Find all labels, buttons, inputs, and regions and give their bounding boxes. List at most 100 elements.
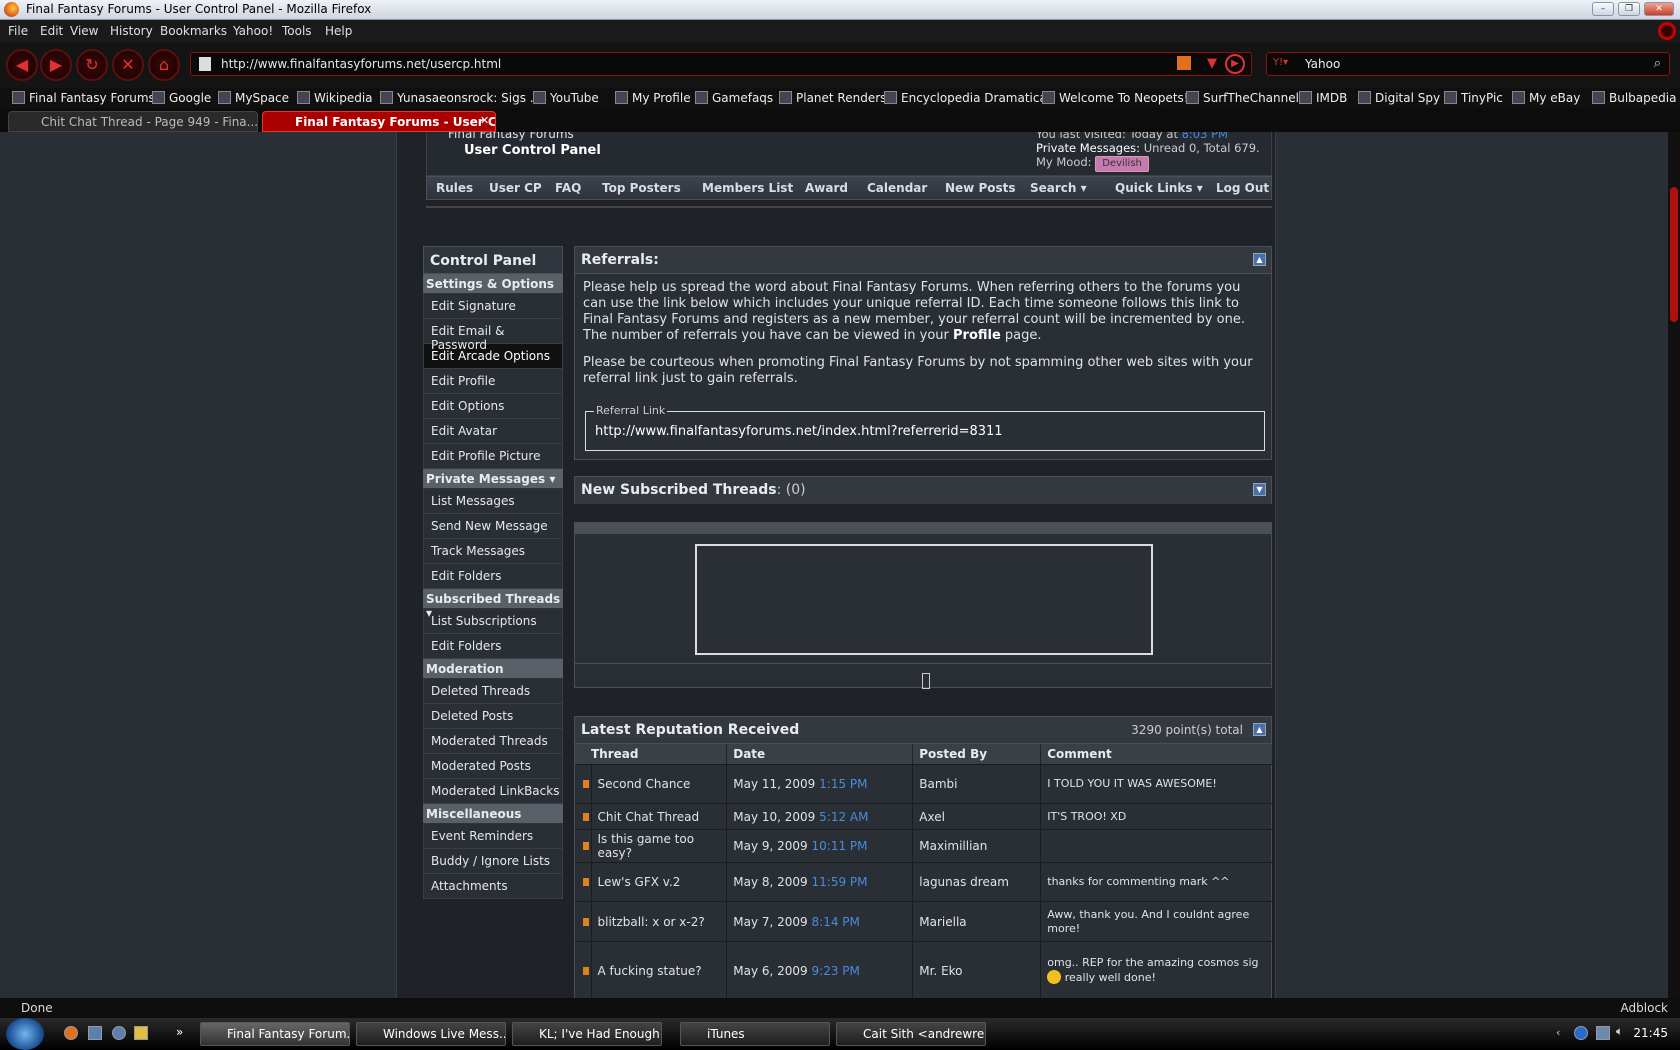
collapse-icon[interactable]: ▲	[1253, 253, 1266, 266]
tray-network-icon[interactable]	[1574, 1026, 1588, 1040]
reload-button[interactable]: ↻	[76, 49, 108, 81]
sidebar-item-buddy-ignore-lists[interactable]: Buddy / Ignore Lists	[423, 849, 563, 874]
thread-link[interactable]: Second Chance	[591, 764, 728, 804]
thread-link[interactable]: A fucking statue?	[591, 941, 728, 998]
subscribed-threads-panel[interactable]: New Subscribed Threads: (0) ▼	[574, 476, 1272, 504]
nav-user-cp[interactable]: User CP	[489, 181, 542, 195]
forward-button[interactable]: ▶	[40, 49, 72, 81]
nav-log-out[interactable]: Log Out	[1216, 181, 1269, 195]
taskbar-item-kl[interactable]: KL; I've Had Enough...	[512, 1022, 662, 1046]
collapse-icon[interactable]: ▲	[1253, 723, 1266, 736]
menu-bookmarks[interactable]: Bookmarks	[160, 24, 227, 38]
bookmark-item[interactable]: Yunasaeonsrock: Sigs ...	[380, 91, 541, 105]
menu-yahoo[interactable]: Yahoo!	[233, 24, 273, 38]
menu-help[interactable]: Help	[325, 24, 352, 38]
sidebar-item-send-new-message[interactable]: Send New Message	[423, 514, 563, 539]
bookmark-item[interactable]: My Profile	[615, 91, 691, 105]
private-messages-link[interactable]: Private Messages:	[1036, 141, 1140, 155]
start-button[interactable]	[6, 1018, 44, 1050]
system-clock[interactable]: 21:45	[1633, 1026, 1668, 1040]
minimize-button[interactable]: –	[1592, 2, 1614, 16]
section-private-messages[interactable]: Private Messages ▾	[423, 469, 563, 489]
sidebar-item-edit-email-password[interactable]: Edit Email & Password	[423, 319, 563, 352]
bookmark-item[interactable]: SurfTheChannel	[1186, 91, 1299, 105]
sidebar-item-edit-folders-pm[interactable]: Edit Folders	[423, 564, 563, 589]
expand-icon[interactable]: ▼	[1253, 483, 1266, 496]
scrollbar-thumb[interactable]	[1670, 187, 1678, 322]
tray-expand-icon[interactable]: ‹	[1556, 1026, 1560, 1039]
embedded-content-box[interactable]	[695, 544, 1153, 655]
bookmark-item[interactable]: Final Fantasy Forums	[12, 91, 155, 105]
nav-members-list[interactable]: Members List	[702, 181, 793, 195]
sidebar-item-deleted-threads[interactable]: Deleted Threads	[423, 679, 563, 704]
tab-user-control-panel[interactable]: Final Fantasy Forums - User Cont...	[262, 111, 496, 132]
bookmark-item[interactable]: Google	[152, 91, 211, 105]
sidebar-item-moderated-threads[interactable]: Moderated Threads	[423, 729, 563, 754]
bookmark-item[interactable]: IMDB	[1299, 91, 1347, 105]
close-tab-icon[interactable]: ✕	[480, 114, 489, 127]
sidebar-item-edit-profile-picture[interactable]: Edit Profile Picture	[423, 444, 563, 469]
thread-link[interactable]: Lew's GFX v.2	[591, 862, 728, 902]
nav-quick-links[interactable]: Quick Links ▾	[1115, 181, 1203, 195]
sidebar-item-track-messages[interactable]: Track Messages	[423, 539, 563, 564]
nav-award[interactable]: Award	[805, 181, 848, 195]
search-icon[interactable]: ⌕	[1654, 56, 1661, 71]
bookmark-item[interactable]: Welcome To Neopets!	[1042, 91, 1189, 105]
sidebar-item-moderated-linkbacks[interactable]: Moderated LinkBacks	[423, 779, 563, 804]
thread-link[interactable]: Is this game too easy?	[591, 829, 728, 863]
nav-search[interactable]: Search ▾	[1030, 181, 1087, 195]
sidebar-item-edit-folders-subs[interactable]: Edit Folders	[423, 634, 563, 659]
adblock-button[interactable]: Adblock	[1621, 1001, 1668, 1015]
bookmark-item[interactable]: My eBay	[1512, 91, 1580, 105]
sidebar-item-list-subscriptions[interactable]: List Subscriptions	[423, 609, 563, 634]
search-engine-icon[interactable]: Y!▾	[1273, 57, 1288, 68]
menu-tools[interactable]: Tools	[282, 24, 312, 38]
section-subscribed-threads[interactable]: Subscribed Threads ▾	[423, 589, 563, 620]
firefox-quicklaunch-icon[interactable]	[64, 1026, 78, 1040]
sidebar-item-deleted-posts[interactable]: Deleted Posts	[423, 704, 563, 729]
sidebar-item-edit-profile[interactable]: Edit Profile	[423, 369, 563, 394]
nav-faq[interactable]: FAQ	[555, 181, 581, 195]
sidebar-item-edit-options[interactable]: Edit Options	[423, 394, 563, 419]
maximize-button[interactable]: ❐	[1618, 2, 1640, 16]
page-scrollbar[interactable]	[1668, 132, 1680, 998]
bookmark-item[interactable]: Planet Renders	[779, 91, 886, 105]
folder-quicklaunch-icon[interactable]	[134, 1026, 148, 1040]
tray-volume-icon[interactable]: 🔈︎	[1616, 1024, 1630, 1038]
taskbar-item-windows-live[interactable]: Windows Live Mess...	[356, 1022, 506, 1046]
close-window-button[interactable]: ✕	[1644, 2, 1674, 16]
profile-link[interactable]: Profile	[953, 328, 1001, 343]
sidebar-item-edit-signature[interactable]: Edit Signature	[423, 294, 563, 319]
menu-view[interactable]: View	[70, 24, 98, 38]
taskbar-item-firefox[interactable]: Final Fantasy Forum...	[200, 1022, 350, 1046]
taskbar-item-cait-sith[interactable]: Cait Sith <andrewre...	[836, 1022, 986, 1046]
nav-calendar[interactable]: Calendar	[867, 181, 927, 195]
stop-button[interactable]: ✕	[112, 49, 144, 81]
bookmark-item[interactable]: Gamefaqs	[695, 91, 773, 105]
bookmark-item[interactable]: MySpace	[218, 91, 289, 105]
nav-rules[interactable]: Rules	[436, 181, 473, 195]
menu-history[interactable]: History	[110, 24, 153, 38]
mood-badge[interactable]: Devilish	[1095, 156, 1149, 172]
bookmark-item[interactable]: Digital Spy	[1358, 91, 1440, 105]
dropdown-arrow-icon[interactable]: ▼	[1207, 56, 1217, 71]
rss-icon[interactable]	[1177, 56, 1191, 70]
bookmark-item[interactable]: Encyclopedia Dramatica	[884, 91, 1047, 105]
tray-monitor-icon[interactable]	[1596, 1026, 1610, 1040]
go-icon[interactable]: ▶	[1225, 54, 1245, 74]
referral-link-value[interactable]: http://www.finalfantasyforums.net/index.…	[595, 424, 1003, 439]
bookmark-item[interactable]: Bulbapedia	[1592, 91, 1676, 105]
url-bar[interactable]: http://www.finalfantasyforums.net/usercp…	[190, 52, 1252, 76]
desktop-quicklaunch-icon[interactable]	[88, 1026, 102, 1040]
menu-edit[interactable]: Edit	[40, 24, 63, 38]
sidebar-item-list-messages[interactable]: List Messages	[423, 489, 563, 514]
bookmark-item[interactable]: YouTube	[533, 91, 599, 105]
sidebar-item-attachments[interactable]: Attachments	[423, 874, 563, 899]
tab-chit-chat[interactable]: Chit Chat Thread - Page 949 - Fina...	[8, 111, 258, 132]
thread-link[interactable]: blitzball: x or x-2?	[591, 901, 728, 942]
sidebar-item-edit-avatar[interactable]: Edit Avatar	[423, 419, 563, 444]
menu-file[interactable]: File	[8, 24, 28, 38]
sidebar-item-event-reminders[interactable]: Event Reminders	[423, 824, 563, 849]
ie-quicklaunch-icon[interactable]	[112, 1026, 126, 1040]
taskbar-item-itunes[interactable]: iTunes	[680, 1022, 830, 1046]
